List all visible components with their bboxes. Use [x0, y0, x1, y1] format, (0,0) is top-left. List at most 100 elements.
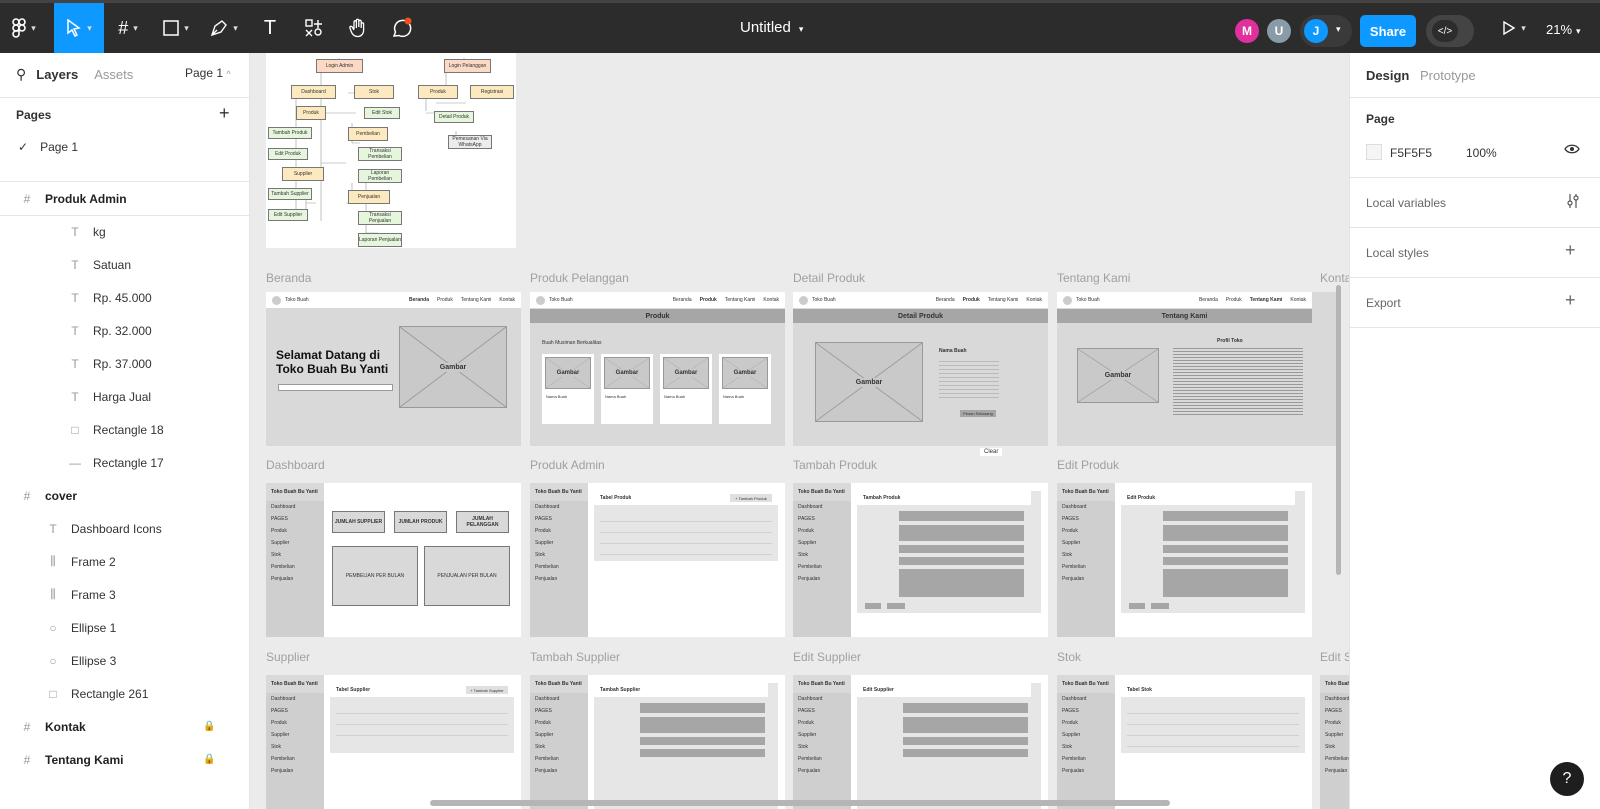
admin-sidebar: Toko Buah Bu Yanti Dashboard PAGES Produk Su…	[1057, 675, 1115, 809]
plus-icon[interactable]: +	[1565, 290, 1576, 311]
frame-label-edit-supplier[interactable]: Edit Supplier	[793, 650, 861, 664]
layer-item[interactable]: # Produk Admin	[0, 182, 249, 215]
help-button[interactable]: ?	[1550, 762, 1584, 796]
frame-tool-button[interactable]: # ▾	[104, 3, 152, 53]
sliders-icon[interactable]	[1566, 193, 1580, 214]
frame-produk-admin[interactable]: Toko Buah Bu Yanti Dashboard PAGES Produk Su…	[530, 483, 785, 637]
frame-detail-produk[interactable]: Toko Buah Beranda Produk Tentang Kami Konta…	[793, 292, 1048, 446]
vertical-scrollbar[interactable]	[1336, 285, 1341, 575]
text-tool-button[interactable]: T	[248, 3, 292, 53]
zoom-menu[interactable]: 21% ▾	[1546, 22, 1581, 37]
layer-item[interactable]: Tkg	[0, 215, 249, 248]
frame-tentang-kami[interactable]: Toko Buah Beranda Produk Tentang Kami Konta…	[1057, 292, 1312, 446]
page-opacity-value[interactable]: 100%	[1466, 146, 1497, 160]
avatar-j-group[interactable]: J ▾	[1300, 15, 1352, 47]
frame-label-stok[interactable]: Stok	[1057, 650, 1081, 664]
frame-supplier[interactable]: Toko Buah Bu Yanti Dashboard PAGES Produk Su…	[266, 675, 521, 809]
frame-dashboard[interactable]: Toko Buah Bu Yanti Dashboard PAGES Produk Su…	[266, 483, 521, 637]
eye-icon[interactable]	[1564, 142, 1580, 158]
layer-item[interactable]: □ Rectangle 18	[0, 413, 249, 446]
avatar-u[interactable]: U	[1267, 19, 1291, 43]
layer-item[interactable]: T Satuan	[0, 248, 249, 281]
tab-design[interactable]: Design	[1366, 68, 1409, 83]
canvas[interactable]: Login Admin Login Pelanggan Dashboard St…	[250, 53, 1349, 809]
layer-item[interactable]: T Rp. 45.000	[0, 281, 249, 314]
main-menu-button[interactable]: ▾	[0, 3, 48, 53]
frame-edit-supplier[interactable]: Toko Buah Bu Yanti Dashboard PAGES Produk Su…	[793, 675, 1048, 809]
frame-label-detail-produk[interactable]: Detail Produk	[793, 271, 865, 285]
hand-tool-button[interactable]	[336, 3, 380, 53]
frame-tambah-supplier[interactable]: Toko Buah Bu Yanti Dashboard PAGES Produk Su…	[530, 675, 785, 809]
frame-label-dashboard[interactable]: Dashboard	[266, 458, 325, 472]
shape-tool-button[interactable]: ▾	[152, 3, 200, 53]
sidebar-item: Dashboard	[271, 696, 296, 702]
detail-name: Nama Buah	[939, 348, 967, 354]
layer-item[interactable]: T Rp. 37.000	[0, 347, 249, 380]
layer-item[interactable]: ○ Ellipse 1	[0, 611, 249, 644]
pen-tool-button[interactable]: ▾	[200, 3, 248, 53]
question-icon: ?	[1562, 770, 1572, 787]
frame-beranda[interactable]: Toko Buah Beranda Produk Tentang Kami Konta…	[266, 292, 521, 446]
tab-assets[interactable]: Assets	[94, 67, 133, 82]
frame-label-beranda[interactable]: Beranda	[266, 271, 311, 285]
frame-label-produk-pelanggan[interactable]: Produk Pelanggan	[530, 271, 629, 285]
layer-item[interactable]: T Rp. 32.000	[0, 314, 249, 347]
move-tool-button[interactable]: ▾	[54, 3, 104, 53]
frame-edit-s-partial[interactable]: Toko Buah Bu Yanti Dashboard PAGES Produk Su…	[1320, 675, 1349, 809]
card-jumlah-pelanggan: JUMLAH PELANGGAN	[456, 511, 509, 533]
avatar-j[interactable]: J	[1304, 19, 1328, 43]
resources-icon	[305, 19, 322, 37]
sidebar-brand: Toko Buah Bu Yanti	[1057, 675, 1115, 693]
tab-layers[interactable]: Layers	[36, 67, 78, 82]
frame-label-tambah-supplier[interactable]: Tambah Supplier	[530, 650, 620, 664]
layer-item[interactable]: ○ Ellipse 3	[0, 644, 249, 677]
supplier-table-rows	[336, 703, 508, 743]
dev-mode-toggle[interactable]: </>	[1426, 15, 1474, 47]
layer-item[interactable]: — Rectangle 17	[0, 446, 249, 479]
layer-item[interactable]: # Kontak 🔒	[0, 710, 249, 743]
page-item-page-1[interactable]: ✓ Page 1	[0, 130, 249, 163]
lock-icon[interactable]: 🔒	[203, 721, 215, 732]
layer-item[interactable]: # cover	[0, 479, 249, 512]
layer-item[interactable]: T Dashboard Icons	[0, 512, 249, 545]
sidebar-brand: Toko Buah Bu Yanti	[793, 483, 851, 501]
flow-tambah-produk: Tambah Produk	[268, 127, 312, 139]
tab-prototype[interactable]: Prototype	[1420, 68, 1476, 83]
page-color-value[interactable]: F5F5F5	[1390, 146, 1432, 160]
document-title[interactable]: Untitled ▾	[740, 19, 803, 36]
frame-tambah-produk[interactable]: Toko Buah Bu Yanti Dashboard PAGES Produk Su…	[793, 483, 1048, 637]
local-styles-label: Local styles	[1366, 246, 1429, 260]
frame-label-tentang-kami[interactable]: Tentang Kami	[1057, 271, 1130, 285]
frame-stok[interactable]: Toko Buah Bu Yanti Dashboard PAGES Produk Su…	[1057, 675, 1312, 809]
present-button[interactable]: ▾	[1494, 3, 1534, 53]
frame-label-edit-s[interactable]: Edit S	[1320, 650, 1349, 664]
add-page-button[interactable]: +	[219, 103, 230, 124]
frame-label-edit-produk[interactable]: Edit Produk	[1057, 458, 1119, 472]
page-selector[interactable]: Page 1 ^	[185, 66, 231, 80]
share-button[interactable]: Share	[1360, 15, 1416, 47]
plus-icon[interactable]: +	[1565, 240, 1576, 261]
horizontal-scrollbar[interactable]	[430, 800, 1170, 806]
tentang-heading: Tentang Kami	[1057, 309, 1312, 323]
frame-label-kontak[interactable]: Konta	[1320, 271, 1349, 285]
layer-item[interactable]: ⫼ Frame 3	[0, 578, 249, 611]
layer-item[interactable]: ⫼ Frame 2	[0, 545, 249, 578]
lock-icon[interactable]: 🔒	[203, 754, 215, 765]
layer-item[interactable]: T Harga Jual	[0, 380, 249, 413]
avatar-m[interactable]: M	[1235, 19, 1259, 43]
layer-item[interactable]: □ Rectangle 261	[0, 677, 249, 710]
frame-label-tambah-produk[interactable]: Tambah Produk	[793, 458, 877, 472]
frame-label-supplier[interactable]: Supplier	[266, 650, 310, 664]
frame-label-produk-admin[interactable]: Produk Admin	[530, 458, 605, 472]
comment-tool-button[interactable]	[380, 3, 424, 53]
search-icon[interactable]: ⚲	[16, 66, 26, 83]
frame-edit-produk[interactable]: Toko Buah Bu Yanti Dashboard PAGES Produk Su…	[1057, 483, 1312, 637]
card-name: Nama Buah	[546, 394, 568, 399]
layer-item[interactable]: # Tentang Kami 🔒	[0, 743, 249, 776]
resources-button[interactable]	[292, 3, 336, 53]
flow-diagram-frame[interactable]: Login Admin Login Pelanggan Dashboard St…	[266, 53, 516, 248]
layers-panel: ⚲ Layers Assets Page 1 ^ Pages + ✓ Page …	[0, 53, 250, 809]
page-color-swatch[interactable]	[1366, 144, 1382, 160]
sidebar-item: Penjualan	[1062, 768, 1085, 774]
frame-produk-pelanggan[interactable]: Toko Buah Beranda Produk Tentang Kami Konta…	[530, 292, 785, 446]
